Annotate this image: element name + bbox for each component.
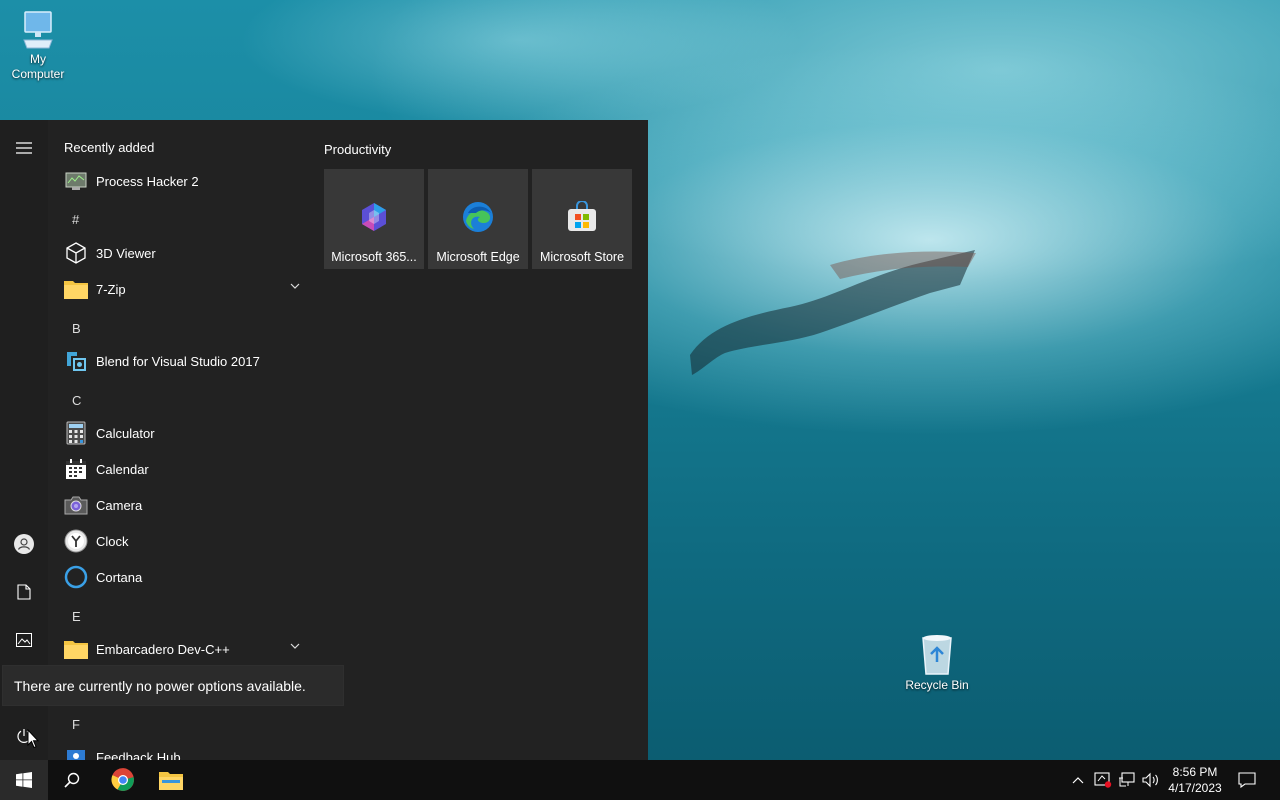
windows-logo-icon bbox=[16, 772, 32, 788]
desktop-icon-recycle-bin[interactable]: Recycle Bin bbox=[899, 632, 975, 693]
app-label: Calendar bbox=[96, 461, 149, 477]
security-alert-icon bbox=[1094, 772, 1112, 788]
volume-icon bbox=[1142, 772, 1158, 788]
app-feedback-hub[interactable]: Feedback Hub bbox=[48, 739, 310, 760]
cube-icon bbox=[64, 241, 88, 265]
recently-added-header: Recently added bbox=[64, 140, 155, 155]
letter-header-hash[interactable]: # bbox=[72, 212, 79, 227]
desktop-icon-label: Recycle Bin bbox=[905, 678, 969, 692]
letter-header-e[interactable]: E bbox=[72, 609, 81, 624]
app-blend[interactable]: Blend for Visual Studio 2017 bbox=[48, 343, 310, 379]
search-button[interactable] bbox=[48, 760, 96, 800]
cortana-icon bbox=[64, 565, 88, 589]
taskbar: 8:56 PM 4/17/2023 bbox=[0, 760, 1280, 800]
calculator-icon bbox=[64, 421, 88, 445]
folder-icon bbox=[64, 637, 88, 661]
desktop-icon-label: My Computer bbox=[11, 52, 65, 81]
chevron-up-icon bbox=[1072, 777, 1084, 784]
taskbar-chrome[interactable] bbox=[99, 760, 147, 800]
clock-time: 8:56 PM bbox=[1172, 765, 1218, 779]
calendar-icon bbox=[64, 457, 88, 481]
app-process-hacker[interactable]: Process Hacker 2 bbox=[48, 163, 310, 199]
hamburger-menu-button[interactable] bbox=[0, 128, 48, 168]
mouse-cursor-icon bbox=[27, 729, 39, 749]
edge-icon bbox=[463, 202, 493, 232]
tray-volume[interactable] bbox=[1140, 760, 1162, 800]
folder-icon bbox=[64, 277, 88, 301]
start-rail bbox=[0, 120, 48, 760]
pictures-button[interactable] bbox=[0, 620, 48, 660]
tray-security-status[interactable] bbox=[1092, 760, 1114, 800]
app-label: Embarcadero Dev-C++ bbox=[96, 641, 230, 657]
chevron-down-icon[interactable] bbox=[290, 283, 300, 289]
app-clock[interactable]: Clock bbox=[48, 523, 310, 559]
recycle-bin-icon bbox=[922, 635, 952, 675]
file-explorer-icon bbox=[159, 772, 183, 790]
app-label: 3D Viewer bbox=[96, 245, 156, 261]
tile-label: Microsoft Store bbox=[539, 250, 625, 264]
camera-icon bbox=[64, 493, 88, 517]
document-icon bbox=[17, 584, 31, 600]
app-label: Feedback Hub bbox=[96, 749, 181, 761]
app-camera[interactable]: Camera bbox=[48, 487, 310, 523]
tile-microsoft-edge[interactable]: Microsoft Edge bbox=[428, 169, 528, 269]
computer-icon bbox=[23, 11, 53, 49]
pictures-icon bbox=[16, 633, 32, 647]
taskbar-clock[interactable]: 8:56 PM 4/17/2023 bbox=[1162, 764, 1228, 796]
tile-label: Microsoft 365... bbox=[331, 250, 417, 264]
app-list: Recently added Process Hacker 2 # 3D Vie… bbox=[48, 120, 310, 760]
app-embarcadero[interactable]: Embarcadero Dev-C++ bbox=[48, 631, 310, 667]
app-label: Camera bbox=[96, 497, 143, 513]
letter-header-b[interactable]: B bbox=[72, 321, 81, 336]
app-7-zip[interactable]: 7-Zip bbox=[48, 271, 310, 307]
app-label: Clock bbox=[96, 533, 129, 549]
clock-icon bbox=[64, 529, 88, 553]
tray-network[interactable] bbox=[1116, 760, 1138, 800]
app-calendar[interactable]: Calendar bbox=[48, 451, 310, 487]
blend-icon bbox=[64, 349, 88, 373]
desktop-icon-my-computer[interactable]: My Computer bbox=[0, 10, 76, 82]
power-button[interactable] bbox=[0, 716, 48, 756]
letter-header-f[interactable]: F bbox=[72, 717, 80, 732]
documents-button[interactable] bbox=[0, 572, 48, 612]
feedback-hub-icon bbox=[64, 745, 88, 760]
action-center-button[interactable] bbox=[1232, 760, 1262, 800]
app-cortana[interactable]: Cortana bbox=[48, 559, 310, 595]
process-hacker-icon bbox=[64, 169, 88, 193]
app-label: Calculator bbox=[96, 425, 155, 441]
tile-label: Microsoft Edge bbox=[436, 250, 520, 264]
network-icon bbox=[1119, 772, 1135, 787]
microsoft-365-icon bbox=[362, 203, 386, 231]
app-label: Blend for Visual Studio 2017 bbox=[96, 353, 260, 369]
show-hidden-icons-button[interactable] bbox=[1068, 760, 1088, 800]
wallpaper-diver bbox=[690, 250, 976, 375]
app-calculator[interactable]: Calculator bbox=[48, 415, 310, 451]
letter-header-c[interactable]: C bbox=[72, 393, 81, 408]
account-button[interactable] bbox=[0, 524, 48, 564]
store-icon bbox=[568, 201, 596, 231]
chevron-down-icon[interactable] bbox=[290, 643, 300, 649]
start-button[interactable] bbox=[0, 760, 48, 800]
power-options-tooltip: There are currently no power options ava… bbox=[2, 665, 344, 706]
app-label: Process Hacker 2 bbox=[96, 173, 199, 189]
tile-microsoft-365[interactable]: Microsoft 365... bbox=[324, 169, 424, 269]
chrome-icon bbox=[111, 768, 134, 791]
tile-group-title[interactable]: Productivity bbox=[324, 142, 391, 157]
user-avatar-icon bbox=[14, 534, 34, 554]
app-label: Cortana bbox=[96, 569, 143, 585]
start-menu: Recently added Process Hacker 2 # 3D Vie… bbox=[0, 120, 648, 760]
notification-icon bbox=[1238, 772, 1256, 788]
app-label: 7-Zip bbox=[96, 281, 126, 297]
hamburger-icon bbox=[16, 142, 32, 154]
clock-date: 4/17/2023 bbox=[1168, 781, 1222, 795]
taskbar-file-explorer[interactable] bbox=[147, 760, 195, 800]
search-icon bbox=[64, 772, 80, 788]
tile-microsoft-store[interactable]: Microsoft Store bbox=[532, 169, 632, 269]
app-3d-viewer[interactable]: 3D Viewer bbox=[48, 235, 310, 271]
